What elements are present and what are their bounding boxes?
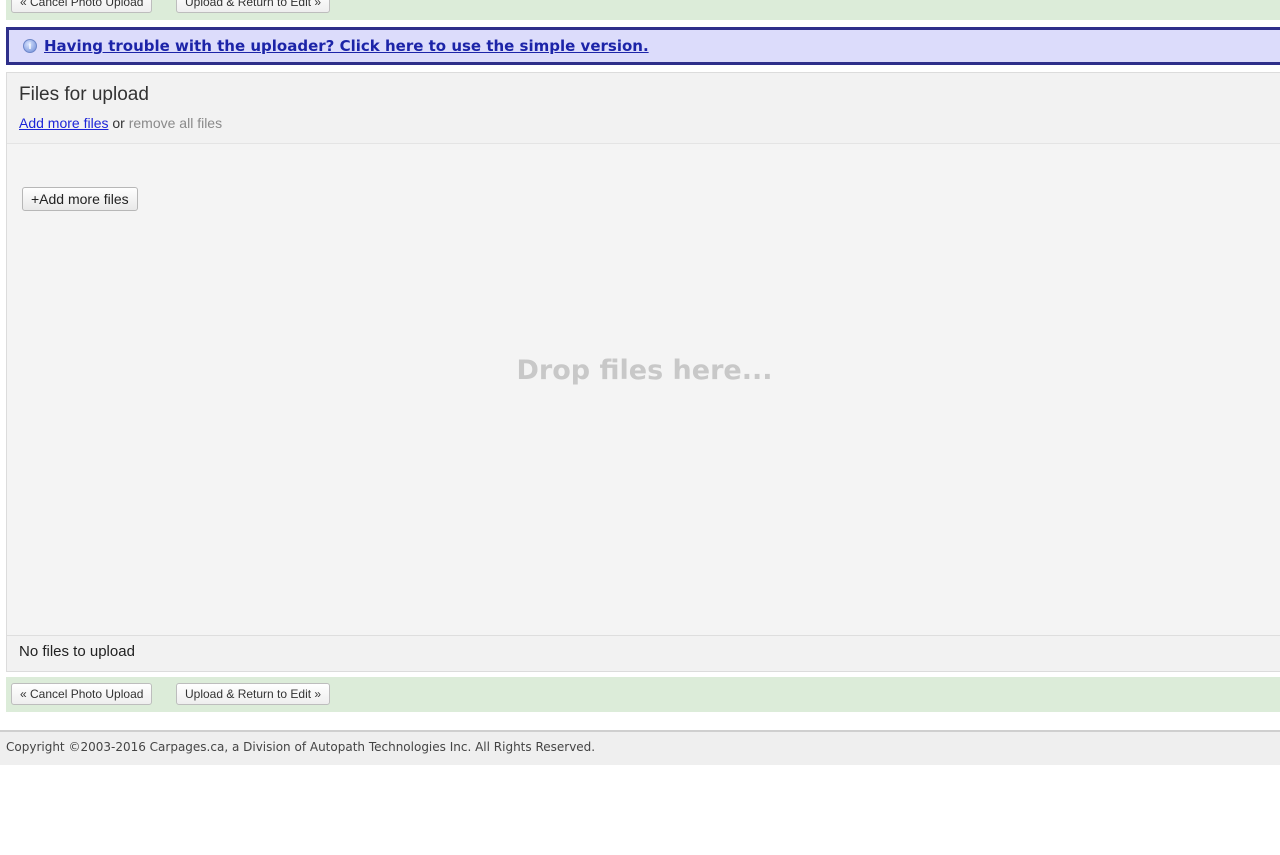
upload-panel-header: Files for upload Add more files or remov… [7,73,1280,144]
upload-return-to-edit-button-bottom[interactable]: Upload & Return to Edit » [176,683,331,705]
copyright-footer: Copyright ©2003-2016 Carpages.ca, a Divi… [0,730,1280,765]
panel-actions: Add more files or remove all files [19,115,222,131]
bottom-action-bar: « Cancel Photo Upload Upload & Return to… [6,677,1280,712]
panel-title: Files for upload [19,84,149,105]
drop-zone-label: Drop files here... [516,355,773,386]
top-action-bar: « Cancel Photo Upload Upload & Return to… [6,0,1280,20]
upload-status-text: No files to upload [19,643,135,660]
file-upload-panel: Files for upload Add more files or remov… [6,72,1280,672]
simple-uploader-link[interactable]: Having trouble with the uploader? Click … [44,37,649,55]
upload-status-bar: No files to upload [7,635,1280,671]
add-more-files-link[interactable]: Add more files [19,115,108,131]
uploader-trouble-notice: i Having trouble with the uploader? Clic… [6,27,1280,65]
upload-return-to-edit-button[interactable]: Upload & Return to Edit » [176,0,331,13]
remove-all-files-text: remove all files [128,115,223,131]
cancel-photo-upload-button[interactable]: « Cancel Photo Upload [11,0,153,13]
copyright-text: Copyright ©2003-2016 Carpages.ca, a Divi… [6,740,596,754]
add-more-files-button[interactable]: +Add more files [22,187,138,211]
cancel-photo-upload-button-bottom[interactable]: « Cancel Photo Upload [11,683,153,705]
or-text: or [112,115,125,131]
info-icon: i [23,39,37,53]
